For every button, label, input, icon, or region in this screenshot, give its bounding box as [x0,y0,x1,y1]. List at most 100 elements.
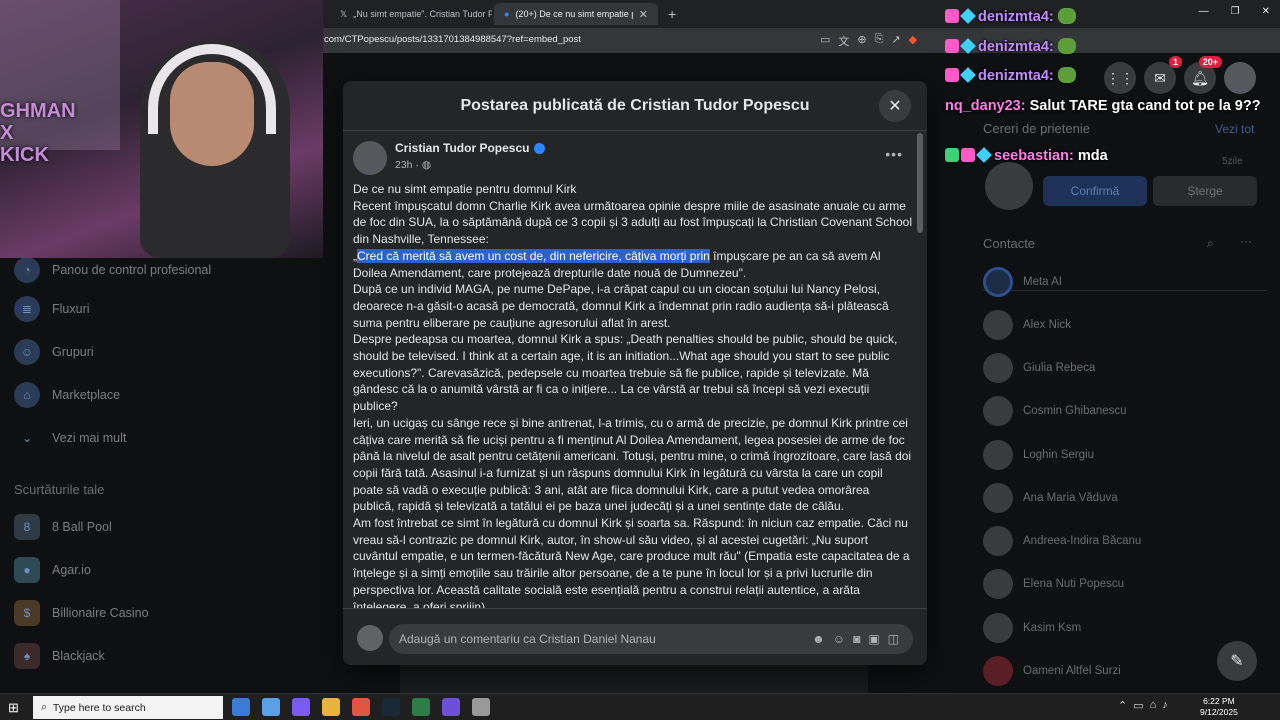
shortcut-label: Blackjack [52,649,105,663]
sticker-icon[interactable]: ◫ [888,632,899,646]
share-icon[interactable]: ↗ [891,33,900,49]
shortcuts-title: Scurtăturile tale [14,482,105,497]
cast-icon[interactable]: ⎘ [875,33,884,49]
emoji-icon[interactable]: ☺ [833,632,845,646]
new-message-button[interactable]: ✎ [1217,641,1257,681]
contact-item[interactable]: Andreea-Indira Băcanu [983,526,1141,556]
post-title: De ce nu simt empatie pentru domnul Kirk [353,182,577,196]
delete-button[interactable]: Șterge [1153,176,1257,206]
author-avatar[interactable] [353,141,387,175]
more-options-icon[interactable]: ··· [1240,234,1252,248]
notifications-badge: 20+ [1198,56,1222,68]
shortcut-blackjack[interactable]: ♠ Blackjack [14,643,105,669]
zoom-icon[interactable]: ⊕ [857,33,866,49]
camera-icon[interactable]: ◙ [853,632,860,646]
chevron-up-icon[interactable]: ⌃ [1118,699,1127,712]
contact-item[interactable]: Elena Nuti Popescu [983,569,1124,599]
contact-item[interactable]: Loghin Sergiu [983,440,1094,470]
minimize-icon[interactable]: — [1199,6,1209,17]
author-row: Cristian Tudor Popescu 23h · ◍ [353,141,546,175]
brave-browser-icon[interactable] [352,698,370,716]
copilot-app-icon[interactable] [292,698,310,716]
nav-marketplace[interactable]: ⌂ Marketplace [14,382,120,408]
tab-close-icon[interactable]: ✕ [639,8,648,21]
meta-ai-icon [983,267,1013,297]
author-name[interactable]: Cristian Tudor Popescu [395,141,529,155]
menu-button[interactable]: ⋮⋮ [1104,62,1136,94]
shortcut-billionaire-casino[interactable]: $ Billionaire Casino [14,600,149,626]
contact-item[interactable]: Ana Maria Văduva [983,483,1118,513]
taskbar-search[interactable]: ⌕ Type here to search [33,696,223,719]
shortcut-agar-io[interactable]: ● Agar.io [14,557,91,583]
steam-icon[interactable] [382,698,400,716]
volume-icon[interactable]: ♪ [1162,699,1168,712]
contact-item[interactable]: Cosmin Ghibanescu [983,396,1127,426]
shortcut-label: Agar.io [52,563,91,577]
app-icon[interactable] [472,698,490,716]
shortcut-8-ball-pool[interactable]: 8 8 Ball Pool [14,514,112,540]
brave-icon[interactable]: ◆ [909,33,917,49]
contact-name: Giulia Rebeca [1023,362,1096,374]
nav-dashboard[interactable]: ◔ Panou de control profesional [14,257,211,283]
badge-icon [945,39,959,53]
search-icon[interactable]: ⌕ [1207,236,1214,251]
messenger-button[interactable]: ✉ 1 [1144,56,1182,94]
contact-item[interactable]: Oameni Altfel Surzi [983,656,1121,686]
post-paragraph: „Cred că merită să avem un cost de, din … [353,248,913,281]
post-body[interactable]: Cristian Tudor Popescu 23h · ◍ ••• De ce… [343,132,917,608]
close-window-icon[interactable]: ✕ [1262,6,1270,17]
contact-item[interactable]: Kasim Ksm [983,613,1081,643]
nav-groups[interactable]: ☺ Grupuri [14,339,94,365]
profile-button[interactable] [1224,62,1256,94]
url-field[interactable]: com/CTPopescu/posts/1331701384988547?ref… [324,34,581,45]
nav-feeds[interactable]: ≣ Fluxuri [14,296,90,322]
maximize-icon[interactable]: ❐ [1231,6,1240,17]
commenter-avatar[interactable] [357,625,383,651]
translate-icon[interactable]: 文 [838,33,849,49]
tab-facebook-post[interactable]: ● (20+) De ce nu simt empatie pe ✕ [494,3,658,25]
gif-icon[interactable]: ▣ [868,632,879,646]
badge-icon [945,148,959,162]
file-explorer-icon[interactable] [322,698,340,716]
diamond-icon [960,8,976,24]
author-name-row: Cristian Tudor Popescu [395,141,546,155]
game-icon: ♠ [14,643,40,669]
tab-article[interactable]: 𝕏 „Nu simt empatie". Cristian Tudor Po [330,3,492,25]
see-all-link[interactable]: Vezi tot [1215,122,1254,136]
contact-item[interactable]: Alex Nick [983,310,1071,340]
contact-meta-ai[interactable]: Meta AI [983,267,1062,297]
network-icon[interactable]: ⌂ [1150,699,1157,712]
screen: 𝕏 „Nu simt empatie". Cristian Tudor Po ●… [0,0,1280,720]
screen-icon[interactable]: ▭ [820,33,830,49]
frog-emote-icon [1057,38,1076,54]
friend-request-avatar[interactable] [985,162,1033,210]
xbox-icon[interactable] [412,698,430,716]
copilot-icon[interactable] [262,698,280,716]
facebook-favicon-icon: ● [504,9,510,19]
obs-icon[interactable] [442,698,460,716]
task-view-icon[interactable] [232,698,250,716]
new-tab-button[interactable]: + [658,3,682,25]
avatar-sticker-icon[interactable]: ☻ [812,632,825,646]
post-time[interactable]: 23h · [395,159,422,171]
close-modal-button[interactable]: ✕ [879,90,911,122]
verified-icon [534,142,546,154]
chat-message: denizmta4: [945,67,1076,84]
display-icon[interactable]: ▭ [1133,699,1143,712]
nav-see-more[interactable]: ⌄ Vezi mai mult [14,425,126,451]
contact-item[interactable]: Giulia Rebeca [983,353,1095,383]
notifications-button[interactable]: 🔔︎ 20+ [1184,56,1222,94]
comment-input[interactable]: Adaugă un comentariu ca Cristian Daniel … [389,624,913,654]
contact-name: Oameni Altfel Surzi [1023,665,1121,677]
taskbar-apps [232,698,490,716]
taskbar-clock[interactable]: 6:22 PM 9/12/2025 [1200,696,1238,718]
marketplace-icon: ⌂ [14,382,40,408]
confirm-button[interactable]: Confirmă [1043,176,1147,206]
chat-username: denizmta4: [978,9,1054,25]
windows-start-icon[interactable]: ⊞ [8,700,19,716]
post-paragraph: Despre pedeapsa cu moartea, domnul Kirk … [353,332,898,414]
edit-icon: ✎ [1230,653,1244,670]
chat-username: denizmta4: [978,68,1054,84]
modal-scrollbar[interactable] [917,133,923,233]
more-options-icon[interactable]: ••• [885,146,903,162]
